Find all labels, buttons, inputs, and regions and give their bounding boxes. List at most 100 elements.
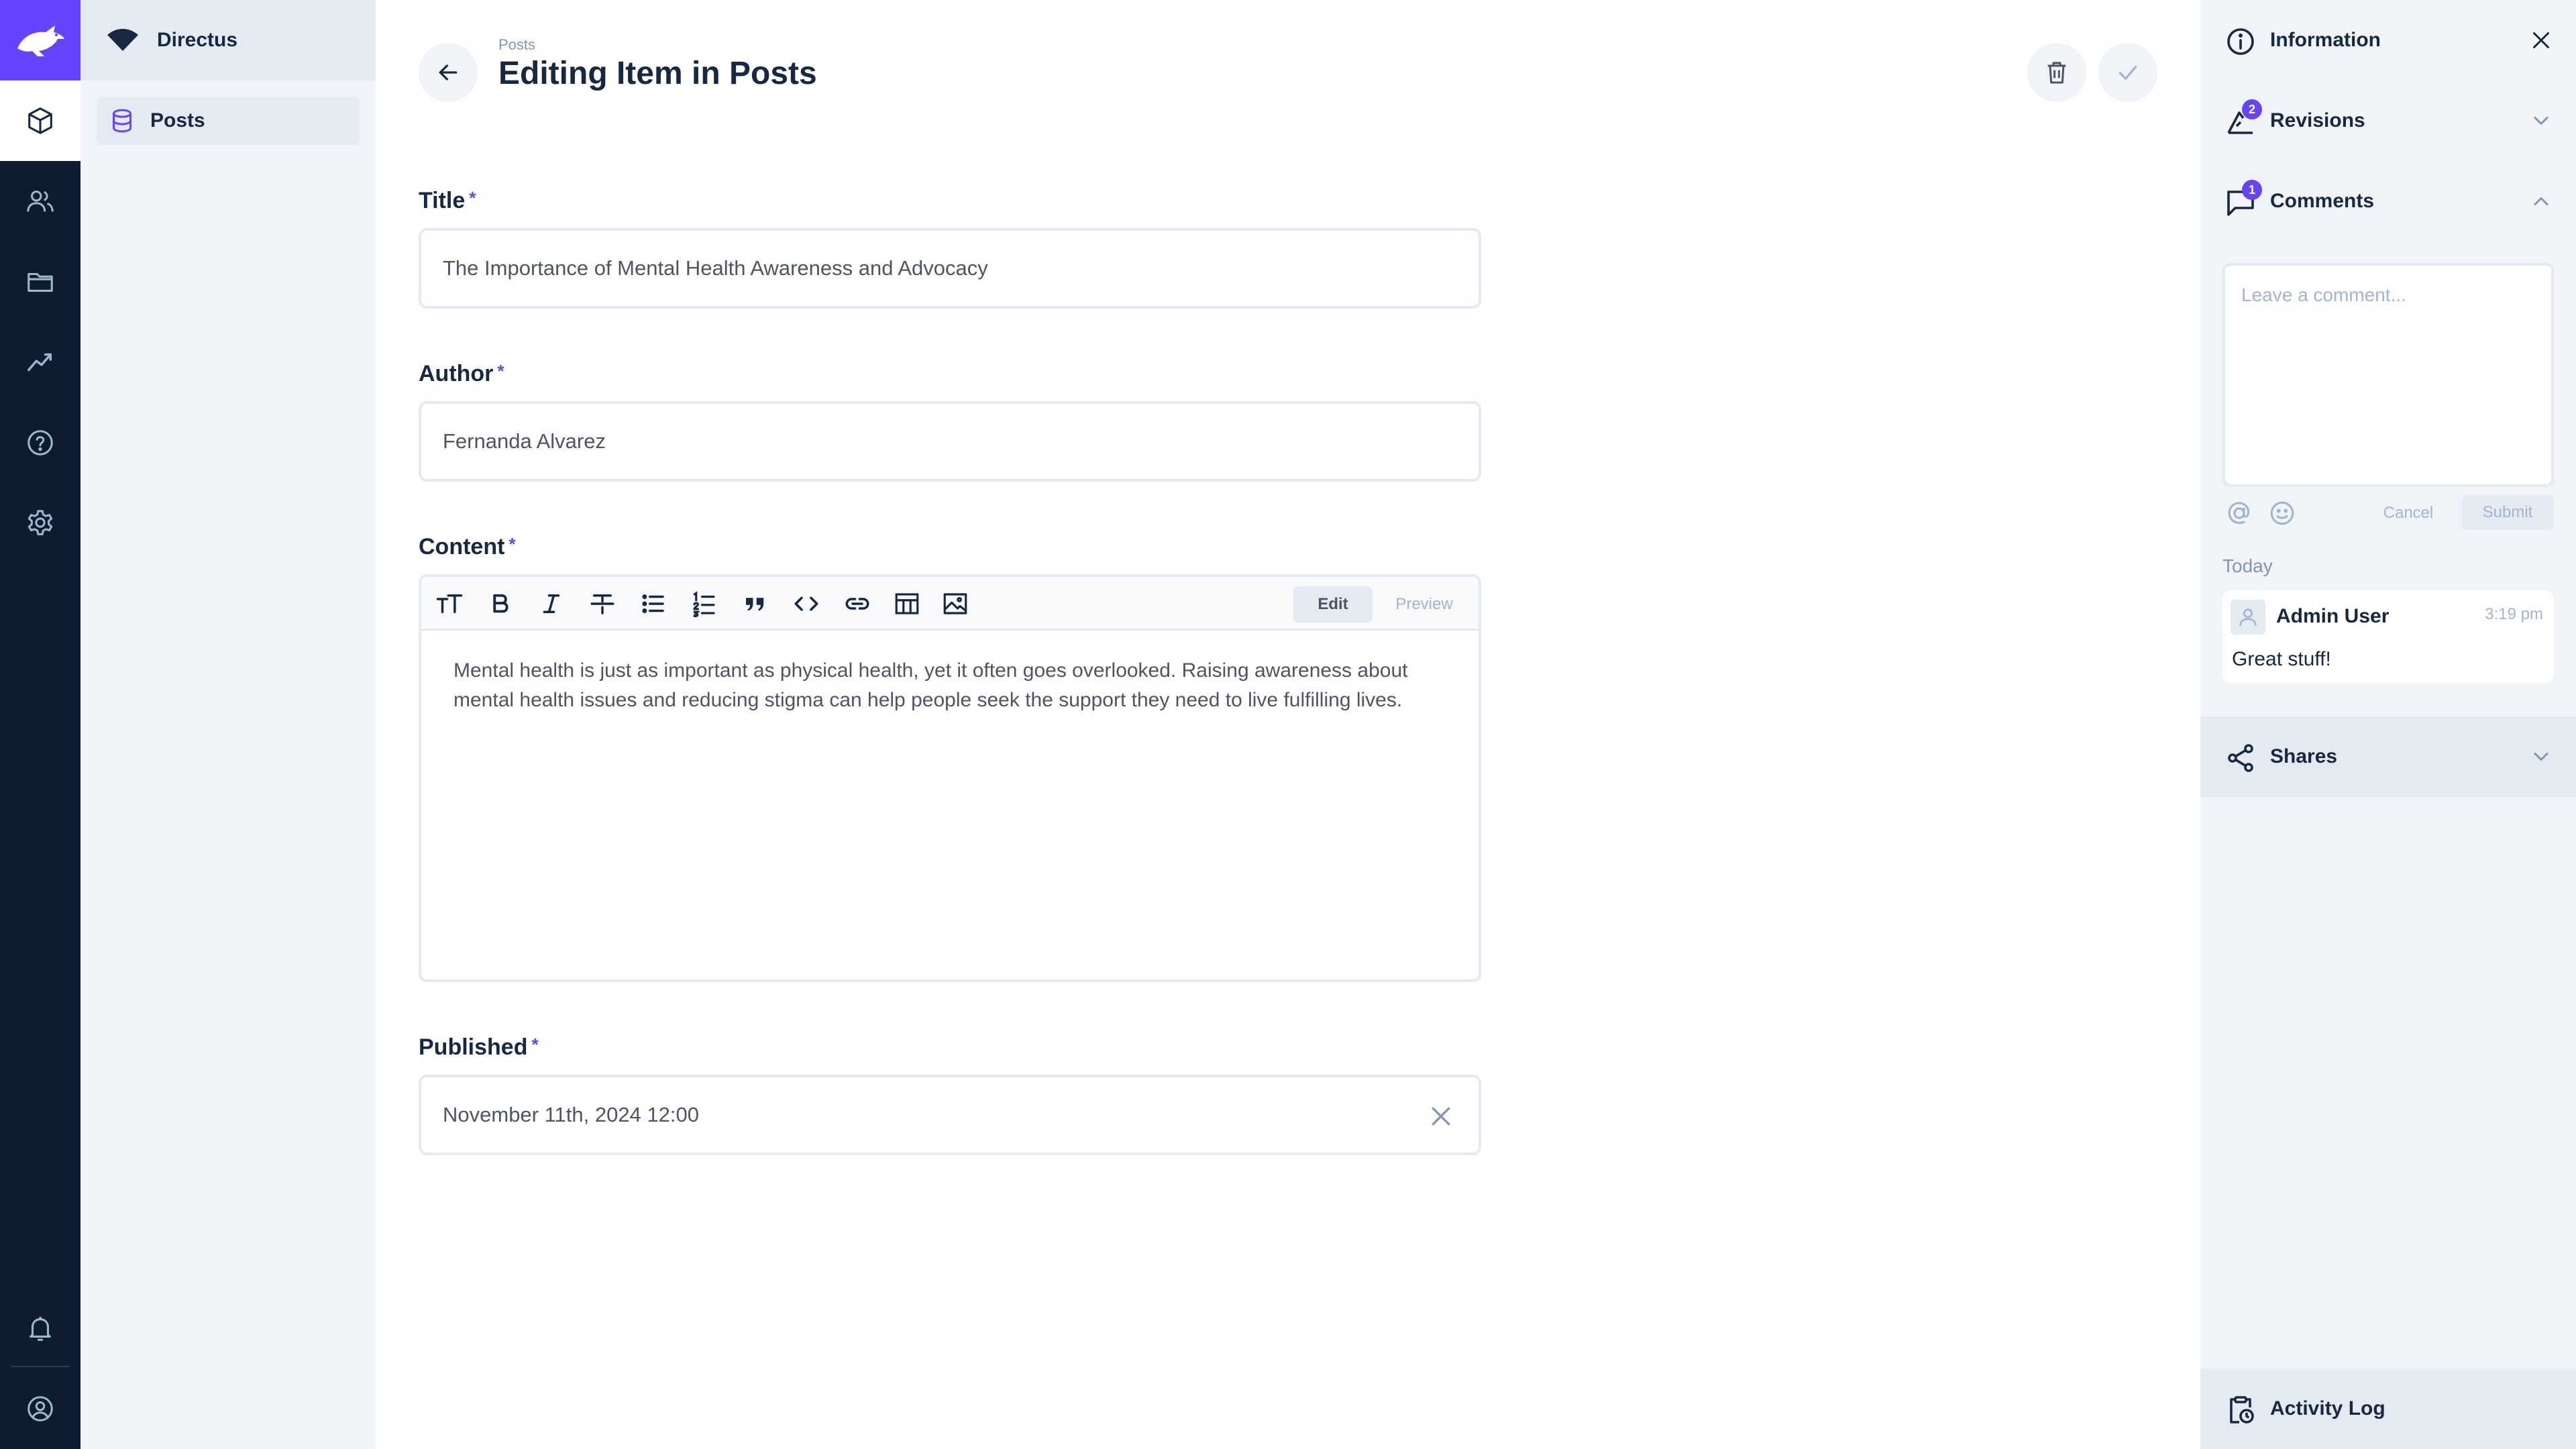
notifications-button[interactable] [0, 1288, 80, 1368]
user-icon [2239, 608, 2257, 626]
sidebar-comments[interactable]: 1 Comments [2200, 161, 2576, 241]
published-datetime-input[interactable]: November 11th, 2024 12:00 [419, 1075, 1481, 1155]
title-label-text: Title [419, 188, 466, 213]
arrow-left-icon [439, 64, 458, 80]
comment-author: Admin User [2276, 605, 2390, 627]
share-icon [2228, 744, 2253, 772]
bullet-list-button[interactable] [637, 588, 669, 620]
published-input-value: November 11th, 2024 12:00 [443, 1103, 700, 1126]
user-profile-button[interactable] [0, 1368, 80, 1449]
comment-placeholder: Leave a comment... [2241, 284, 2406, 305]
sidebar-information[interactable]: Information [2200, 0, 2576, 80]
activity-log-icon [2230, 1396, 2254, 1424]
module-help[interactable] [0, 402, 80, 483]
title-input[interactable]: The Importance of Mental Health Awarenes… [419, 228, 1481, 309]
text-size-icon [436, 594, 463, 613]
module-files[interactable] [0, 241, 80, 322]
numbered-list-button[interactable] [688, 588, 720, 620]
breadcrumb[interactable]: Posts [498, 36, 535, 54]
italic-icon [543, 594, 560, 613]
markdown-editor[interactable]: Edit Preview Mental health is just as im… [419, 574, 1481, 982]
author-label-text: Author [419, 361, 494, 386]
page-title: Editing Item in Posts [498, 56, 817, 91]
directus-logo[interactable] [0, 0, 80, 80]
chevron-down-icon [2534, 117, 2548, 125]
comment-item: Admin User 3:19 pm Great stuff! [2222, 590, 2554, 683]
user-circle-icon [28, 1396, 53, 1421]
nav-item-label: Posts [150, 109, 205, 131]
project-header[interactable]: Directus [80, 0, 376, 80]
bold-icon [493, 594, 508, 613]
folder-icon [28, 272, 53, 292]
trash-icon [2047, 62, 2066, 84]
blockquote-button[interactable] [739, 588, 771, 620]
quote-icon [746, 598, 764, 611]
comments-count-badge: 1 [2242, 180, 2262, 200]
comment-day-divider: Today [2222, 555, 2273, 576]
italic-button[interactable] [535, 588, 568, 620]
strikethrough-button[interactable] [586, 588, 619, 620]
rabbit-logo-icon [17, 25, 64, 56]
required-marker: * [531, 1034, 539, 1055]
bullet-list-icon [642, 594, 664, 613]
comment-timestamp: 3:19 pm [2485, 605, 2543, 623]
sidebar-activity-log[interactable]: Activity Log [2200, 1368, 2576, 1449]
project-name: Directus [157, 29, 238, 51]
title-input-value: The Importance of Mental Health Awarenes… [443, 256, 988, 280]
strikethrough-icon [590, 594, 614, 614]
author-input[interactable]: Fernanda Alvarez [419, 401, 1481, 482]
content-label-text: Content [419, 534, 505, 559]
sidebar-revisions[interactable]: 2 Revisions [2200, 80, 2576, 161]
module-settings[interactable] [0, 483, 80, 564]
code-icon [794, 596, 818, 611]
submit-comment-button[interactable]: Submit [2462, 495, 2553, 530]
delete-button[interactable] [2027, 43, 2086, 102]
author-input-value: Fernanda Alvarez [443, 429, 606, 453]
information-label: Information [2270, 29, 2381, 51]
chevron-up-icon [2534, 197, 2548, 205]
revisions-count-badge: 2 [2242, 99, 2262, 119]
check-icon [2118, 66, 2137, 80]
emoji-icon[interactable] [2268, 499, 2296, 527]
help-icon [28, 430, 53, 455]
content-field-label: Content * [419, 534, 516, 560]
clear-close-icon[interactable] [1428, 1103, 1454, 1130]
database-icon [113, 109, 131, 133]
image-button[interactable] [939, 588, 971, 620]
editor-toolbar: Edit Preview [421, 577, 1479, 631]
table-icon [895, 593, 919, 614]
module-bar [0, 0, 80, 1449]
table-button[interactable] [891, 588, 923, 620]
title-field-label: Title * [419, 188, 476, 214]
content-text[interactable]: Mental health is just as important as ph… [453, 656, 1460, 715]
revisions-label: Revisions [2270, 109, 2365, 131]
sidebar-shares[interactable]: Shares [2200, 716, 2576, 797]
nav-item-posts[interactable]: Posts [97, 97, 360, 145]
module-insights[interactable] [0, 322, 80, 402]
cube-icon [28, 107, 52, 134]
preview-tab[interactable]: Preview [1375, 586, 1473, 623]
bold-button[interactable] [484, 588, 517, 620]
close-icon[interactable] [2529, 28, 2553, 52]
mention-icon[interactable] [2225, 499, 2253, 527]
link-button[interactable] [841, 588, 873, 620]
required-marker: * [497, 361, 504, 381]
back-button[interactable] [419, 43, 478, 102]
module-content[interactable] [0, 80, 80, 161]
save-button[interactable] [2098, 43, 2157, 102]
required-marker: * [469, 188, 476, 208]
module-users[interactable] [0, 161, 80, 241]
link-icon [845, 598, 869, 610]
cancel-comment-button[interactable]: Cancel [2368, 496, 2449, 530]
chevron-down-icon [2534, 753, 2548, 761]
bell-icon [30, 1316, 51, 1341]
code-button[interactable] [790, 588, 822, 620]
author-field-label: Author * [419, 361, 504, 387]
numbered-list-icon [693, 591, 715, 617]
shares-label: Shares [2270, 745, 2338, 767]
comment-input[interactable]: Leave a comment... [2222, 263, 2554, 487]
edit-tab[interactable]: Edit [1293, 586, 1373, 623]
image-icon [943, 593, 967, 614]
activity-log-label: Activity Log [2270, 1397, 2385, 1419]
heading-button[interactable] [433, 588, 466, 620]
